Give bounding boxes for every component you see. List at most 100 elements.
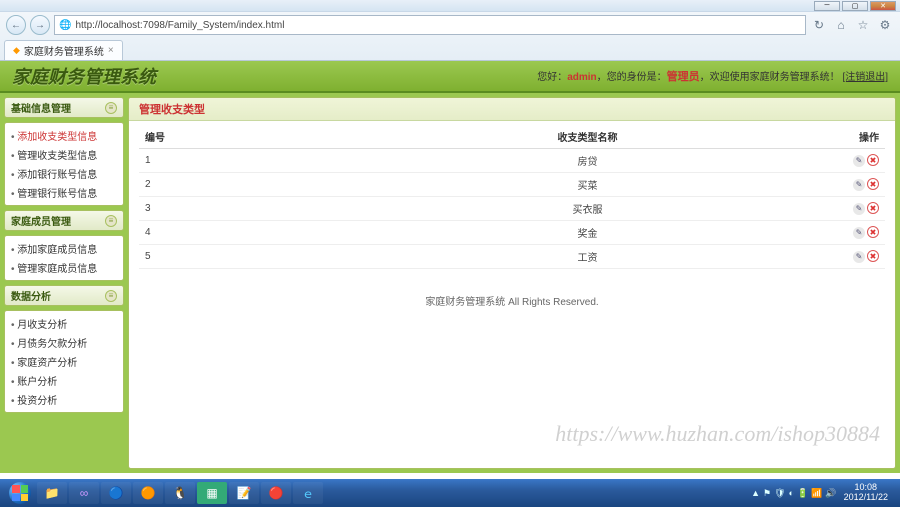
menu-group-family[interactable]: 家庭成员管理 ≡ [4,210,124,231]
cell-ops: ✎✖ [825,173,885,197]
menu-items-family: 添加家庭成员信息 管理家庭成员信息 [4,235,124,281]
tab-title: 家庭财务管理系统 [24,43,104,58]
sidebar-item-manage-type[interactable]: 管理收支类型信息 [11,145,117,164]
notepad-icon[interactable]: 📝 [229,482,259,504]
cell-id: 4 [139,221,350,245]
volume-icon[interactable]: 🔊 [825,488,836,499]
clock[interactable]: 10:08 2012/11/22 [840,483,892,503]
app-header: 家庭财务管理系统 您好：admin，您的身份是：管理员，欢迎使用家庭财务管理系统… [0,61,900,93]
sidebar-item-invest[interactable]: 投资分析 [11,390,117,409]
delete-icon[interactable]: ✖ [867,226,879,238]
sidebar-item-month[interactable]: 月收支分析 [11,314,117,333]
cell-name: 房贷 [350,149,825,173]
minimize-button[interactable]: ─ [814,1,840,11]
sidebar-item-manage-bank[interactable]: 管理银行账号信息 [11,183,117,202]
system-tray: ▲ ⚑ 🛡 ◐ 🔋 📶 🔊 10:08 2012/11/22 [751,483,896,503]
menu-group-analysis[interactable]: 数据分析 ≡ [4,285,124,306]
sidebar-item-manage-member[interactable]: 管理家庭成员信息 [11,258,117,277]
taskbar: 📁 ∞ 🔵 🟠 🐧 ▦ 📝 🔴 ｅ ▲ ⚑ 🛡 ◐ 🔋 📶 🔊 10:08 20… [0,479,900,507]
col-id: 编号 [139,125,350,149]
edit-icon[interactable]: ✎ [853,155,865,167]
edit-icon[interactable]: ✎ [853,179,865,191]
window-title-bar: ─ ▢ ✕ [0,0,900,12]
cell-ops: ✎✖ [825,245,885,269]
cell-name: 工资 [350,245,825,269]
table-row: 4奖金✎✖ [139,221,885,245]
url-text: http://localhost:7098/Family_System/inde… [75,20,284,31]
content-panel: 管理收支类型 编号 收支类型名称 操作 1房贷✎✖2买菜✎✖3买衣服✎✖4奖金✎… [128,97,896,469]
tray-icon[interactable]: ▲ [751,488,760,498]
delete-icon[interactable]: ✖ [867,178,879,190]
table-row: 2买菜✎✖ [139,173,885,197]
edit-icon[interactable]: ✎ [853,251,865,263]
col-name: 收支类型名称 [350,125,825,149]
cell-id: 1 [139,149,350,173]
address-bar[interactable]: 🌐 http://localhost:7098/Family_System/in… [54,15,806,35]
sidebar-item-debt[interactable]: 月债务欠款分析 [11,333,117,352]
chrome-icon[interactable]: 🔴 [261,482,291,504]
tools-button[interactable]: ⚙ [876,16,894,34]
ie-icon[interactable]: ｅ [293,482,323,504]
table-row: 3买衣服 ✎✖ [139,197,885,221]
tab-close-icon[interactable]: × [108,45,114,56]
vs-icon[interactable]: ∞ [69,482,99,504]
content-title: 管理收支类型 [129,98,895,121]
home-button[interactable]: ⌂ [832,16,850,34]
menu-group-basic[interactable]: 基础信息管理 ≡ [4,97,124,118]
edit-icon[interactable]: ✎ [853,203,865,215]
back-button[interactable]: ← [6,15,26,35]
favorites-button[interactable]: ☆ [854,16,872,34]
collapse-icon: ≡ [105,215,117,227]
tab-row: ◆ 家庭财务管理系统 × [0,38,900,60]
cell-name: 奖金 [350,221,825,245]
logout-link[interactable]: [注销退出] [842,72,888,83]
data-table: 编号 收支类型名称 操作 1房贷✎✖2买菜✎✖3买衣服✎✖4奖金✎✖5工资✎✖ [139,125,885,269]
forward-button[interactable]: → [30,15,50,35]
user-role: 管理员 [667,71,700,83]
cell-ops: ✎✖ [825,221,885,245]
cell-id: 2 [139,173,350,197]
sidebar-item-add-member[interactable]: 添加家庭成员信息 [11,239,117,258]
sidebar-item-add-bank[interactable]: 添加银行账号信息 [11,164,117,183]
delete-icon[interactable]: ✖ [867,250,879,262]
address-row: ← → 🌐 http://localhost:7098/Family_Syste… [0,12,900,38]
tray-icon[interactable]: 🔋 [797,488,808,499]
cell-name: 买衣服 [350,197,825,221]
menu-items-analysis: 月收支分析 月债务欠款分析 家庭资产分析 账户分析 投资分析 [4,310,124,413]
tray-icon[interactable]: ◐ [789,488,794,498]
app-icon-3[interactable]: ▦ [197,482,227,504]
delete-icon[interactable]: ✖ [867,154,879,166]
browser-chrome: ─ ▢ ✕ ← → 🌐 http://localhost:7098/Family… [0,0,900,61]
qq-icon[interactable]: 🐧 [165,482,195,504]
page-icon: ◆ [13,45,20,56]
table-row: 5工资✎✖ [139,245,885,269]
edit-icon[interactable]: ✎ [853,227,865,239]
sidebar-item-account[interactable]: 账户分析 [11,371,117,390]
tray-icon[interactable]: ⚑ [763,488,771,499]
globe-icon: 🌐 [59,20,71,31]
cell-id: 3 [139,197,350,221]
app-title: 家庭财务管理系统 [12,63,156,89]
table-row: 1房贷✎✖ [139,149,885,173]
watermark: https://www.huzhan.com/ishop30884 [555,421,880,447]
sidebar-item-asset[interactable]: 家庭资产分析 [11,352,117,371]
explorer-icon[interactable]: 📁 [37,482,67,504]
app-icon-1[interactable]: 🔵 [101,482,131,504]
refresh-button[interactable]: ↻ [810,16,828,34]
collapse-icon: ≡ [105,102,117,114]
sidebar-item-add-type[interactable]: 添加收支类型信息 [11,126,117,145]
app-icon-2[interactable]: 🟠 [133,482,163,504]
cell-ops: ✎✖ [825,149,885,173]
cell-name: 买菜 [350,173,825,197]
tray-icon[interactable]: 🛡 [774,488,785,499]
user-info: 您好：admin，您的身份是：管理员，欢迎使用家庭财务管理系统！ [注销退出] [537,68,888,84]
maximize-button[interactable]: ▢ [842,1,868,11]
username: admin [567,72,596,83]
menu-items-basic: 添加收支类型信息 管理收支类型信息 添加银行账号信息 管理银行账号信息 [4,122,124,206]
delete-icon[interactable]: ✖ [867,202,879,214]
browser-tab[interactable]: ◆ 家庭财务管理系统 × [4,40,123,60]
sidebar: 基础信息管理 ≡ 添加收支类型信息 管理收支类型信息 添加银行账号信息 管理银行… [4,97,124,469]
close-button[interactable]: ✕ [870,1,896,11]
start-button[interactable] [4,481,36,505]
network-icon[interactable]: 📶 [811,488,822,499]
